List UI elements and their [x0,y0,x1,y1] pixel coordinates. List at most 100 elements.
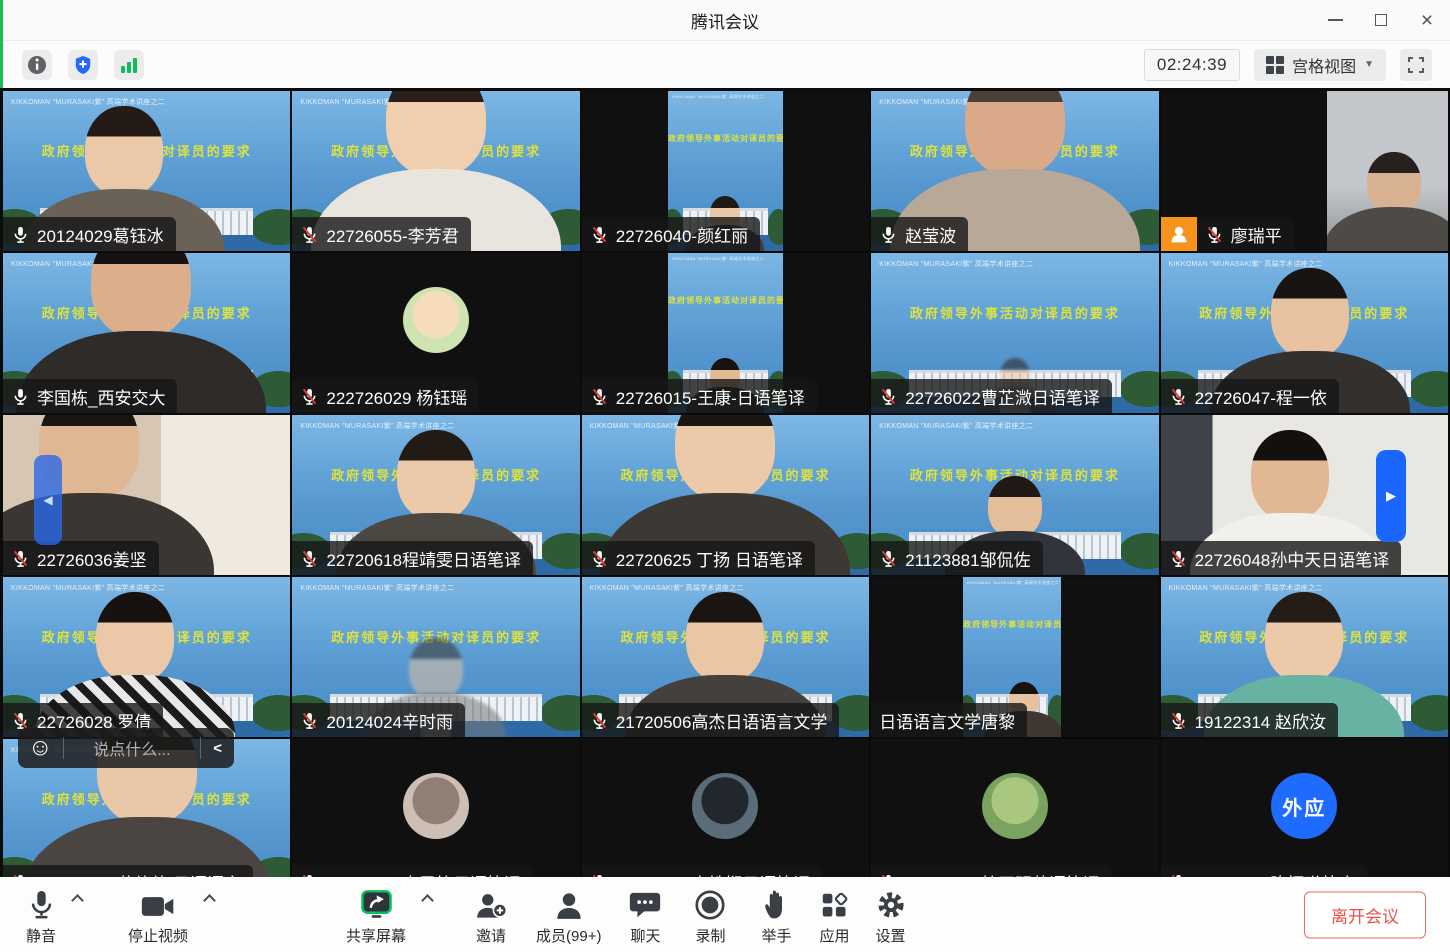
mute-label: 静音 [26,925,56,946]
video-button[interactable]: 停止视频 [128,884,188,946]
maximize-button[interactable] [1358,0,1404,40]
participant-tile[interactable]: KIKKOMAN "MURASAKI紫" 高端学术讲座之二政府领导外事活动对译员… [871,253,1158,413]
participant-tile[interactable]: KIKKOMAN "MURASAKI紫" 高端学术讲座之二政府领导外事活动对译员… [292,415,579,575]
name-tag: 21720506高杰日语语言文学 [582,703,840,737]
participant-tile[interactable]: 22720548杜天明英语笔译 [871,739,1158,877]
participant-tile[interactable]: KIKKOMAN "MURASAKI紫" 高端学术讲座之二政府领导外事活动对译员… [3,253,290,413]
members-label: 成员(99+) [536,925,601,946]
prev-page-button[interactable]: ◀ [34,455,62,545]
chat-input-placeholder[interactable]: 说点什么... [74,736,191,760]
network-status-button[interactable] [114,50,144,80]
meeting-window: 腾讯会议 × 02:24:39 宫格视图 ▼ [0,0,1450,952]
participant-tile[interactable]: 22720634李思怡日语笔译 [292,739,579,877]
participant-name: 21720509 黄倩倩 日语语言 [37,870,241,878]
guest-badge [1161,217,1197,251]
mute-button[interactable]: 静音 [26,884,56,946]
virtual-bg-watermark: KIKKOMAN "MURASAKI紫" 高端学术讲座之二 [672,94,764,100]
share-button[interactable]: 共享屏幕 [346,884,406,946]
participant-name: 22720548杜天明英语笔译 [905,870,1100,878]
participant-tile[interactable]: KIKKOMAN "MURASAKI紫" 高端学术讲座之二政府领导外事活动对译员… [3,91,290,251]
mic-muted-icon [300,711,319,730]
participant-name: 22726040-颜红丽 [616,222,748,247]
view-mode-selector[interactable]: 宫格视图 ▼ [1254,49,1386,81]
invite-button[interactable]: 邀请 [474,884,508,946]
avatar [692,773,758,839]
settings-icon [876,886,906,920]
name-tag: 22726036姜坚 [3,541,159,575]
grid-view-icon [1266,56,1284,74]
share-label: 共享屏幕 [346,925,406,946]
view-mode-label: 宫格视图 [1292,53,1356,77]
participant-name: 22726047-程一依 [1195,384,1327,409]
name-tag: 22726040-颜红丽 [582,217,760,251]
next-page-button[interactable]: ▶ [1376,450,1406,542]
bottom-toolbar: 静音 停止视频 共享屏幕 邀请 成员(99+) 聊天 录制 举手 应用 设置 离开… [0,877,1450,952]
security-button[interactable] [68,50,98,80]
window-controls: × [1312,0,1450,40]
network-signal-icon [119,56,139,74]
participant-name: 22720634李思怡日语笔译 [326,870,521,878]
participant-tile[interactable]: KIKKOMAN "MURASAKI紫" 高端学术讲座之二政府领导外事活动对译员… [582,415,869,575]
virtual-bg-slogan: 政府领导外事活动对译员的要求 [668,295,783,306]
participant-tile[interactable]: KIKKOMAN "MURASAKI紫" 高端学术讲座之二政府领导外事活动对译员… [1161,253,1448,413]
next-page-icon: ▶ [1386,488,1396,504]
participant-tile[interactable]: KIKKOMAN "MURASAKI紫" 高端学术讲座之二政府领导外事活动对译员… [292,91,579,251]
record-button[interactable]: 录制 [695,884,725,946]
participant-name: 22720615李姝娴日语笔译 [616,870,811,878]
mic-on-icon [879,225,898,244]
settings-button[interactable]: 设置 [876,884,906,946]
hand-button[interactable]: 举手 [762,884,792,946]
participant-name: 赵莹波 [905,222,956,247]
mic-muted-icon [879,549,898,568]
members-icon [554,886,584,920]
members-button[interactable]: 成员(99+) [536,884,601,946]
maximize-icon [1375,14,1387,26]
name-tag: 19122314 赵欣汝 [1161,703,1338,737]
share-expand-chevron[interactable] [421,894,434,907]
close-icon: × [1421,10,1433,31]
divider [200,737,201,759]
minimize-button[interactable] [1312,0,1358,40]
participant-tile[interactable]: KIKKOMAN "MURASAKI紫" 高端学术讲座之二政府领导外事活动对译员… [582,253,869,413]
participant-tile[interactable]: KIKKOMAN "MURASAKI紫" 高端学术讲座之二政府领导外事活动对译员… [871,415,1158,575]
name-tag: 22726047-程一依 [1161,379,1339,413]
participant-tile[interactable]: 222726029 杨钰瑶 [292,253,579,413]
divider [63,737,64,759]
mic-muted-icon [1169,549,1188,568]
emoji-icon[interactable]: ☺ [28,736,53,760]
name-tag: 22720615李姝娴日语笔译 [582,865,823,877]
video-strip [1327,91,1448,251]
mic-muted-icon [300,549,319,568]
participant-name: 22726015-王康-日语笔译 [616,384,805,409]
participant-tile[interactable]: 外应 22720539陈恒曦外应 [1161,739,1448,877]
participant-tile[interactable]: 22720615李姝娴日语笔译 [582,739,869,877]
leave-meeting-button[interactable]: 离开会议 [1304,891,1426,938]
participant-tile[interactable]: KIKKOMAN "MURASAKI紫" 高端学术讲座之二政府领导外事活动对译员… [582,91,869,251]
record-icon [695,886,725,920]
apps-button[interactable]: 应用 [820,884,850,946]
video-expand-chevron[interactable] [203,894,216,907]
participant-tile[interactable]: 廖瑞平 [1161,91,1448,251]
mic-muted-icon [300,225,319,244]
fullscreen-button[interactable] [1400,49,1432,81]
participant-tile[interactable]: KIKKOMAN "MURASAKI紫" 高端学术讲座之二政府领导外事活动对译员… [871,577,1158,737]
participant-tile[interactable]: KIKKOMAN "MURASAKI紫" 高端学术讲座之二政府领导外事活动对译员… [1161,577,1448,737]
name-tag: 20124029葛钰冰 [3,217,176,251]
participant-tile[interactable]: KIKKOMAN "MURASAKI紫" 高端学术讲座之二政府领导外事活动对译员… [292,577,579,737]
mic-on-icon [11,387,30,406]
meeting-info-button[interactable] [22,50,52,80]
participant-name: 22726022曹芷溦日语笔译 [905,384,1100,409]
settings-label: 设置 [876,925,906,946]
close-button[interactable]: × [1404,0,1450,40]
quick-chat-bar[interactable]: ☺ 说点什么... < [18,728,234,768]
chat-button[interactable]: 聊天 [629,884,661,946]
person-silhouette [1327,152,1448,251]
participant-tile[interactable]: KIKKOMAN "MURASAKI紫" 高端学术讲座之二政府领导外事活动对译员… [582,577,869,737]
mic-on-icon [11,225,30,244]
participant-tile[interactable]: KIKKOMAN "MURASAKI紫" 高端学术讲座之二政府领导外事活动对译员… [871,91,1158,251]
participant-tile[interactable]: KIKKOMAN "MURASAKI紫" 高端学术讲座之二政府领导外事活动对译员… [3,577,290,737]
record-label: 录制 [695,925,725,946]
chevron-left-icon[interactable]: < [211,740,224,757]
mute-expand-chevron[interactable] [71,894,84,907]
virtual-bg-slogan: 政府领导外事活动对译员的要求 [963,619,1061,630]
